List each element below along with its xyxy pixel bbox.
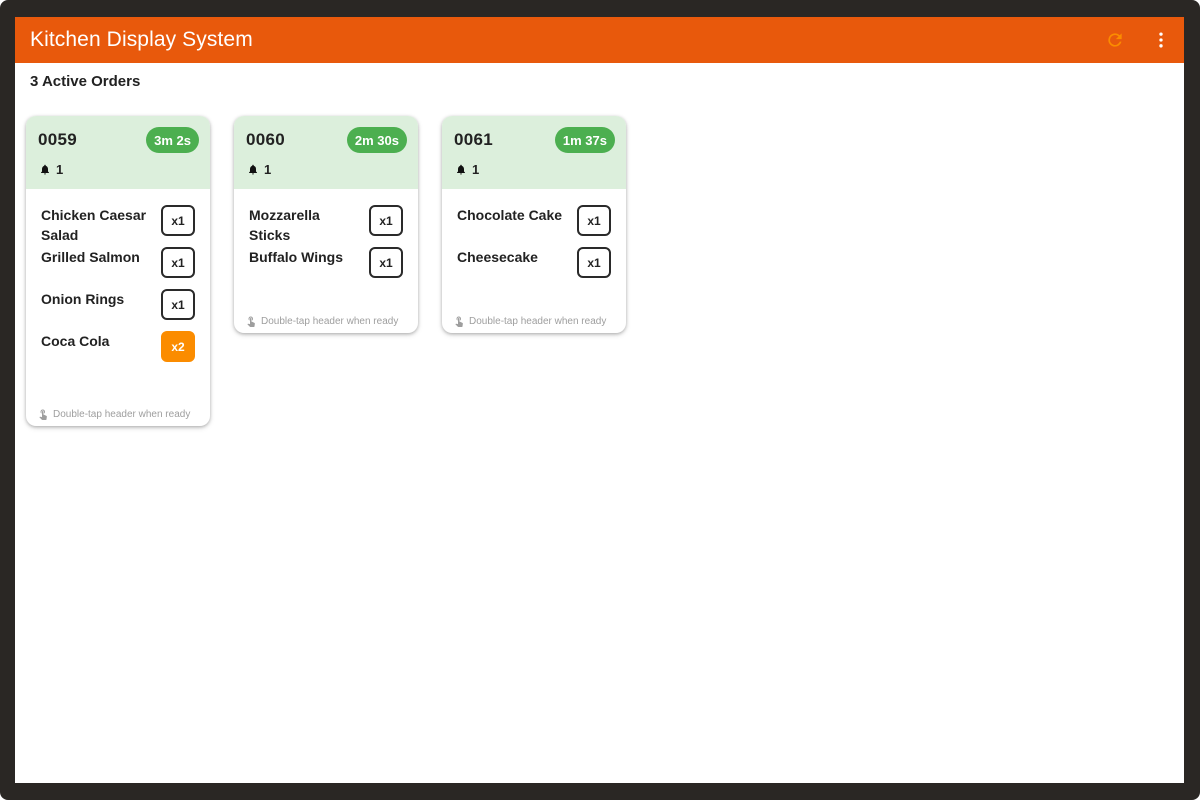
- bell-count: 1: [455, 162, 479, 177]
- touch-icon: [247, 316, 255, 327]
- order-card-header[interactable]: 0061 1m 37s 1: [442, 116, 626, 189]
- device-frame: Kitchen Display System 3 Active Orders 0…: [0, 0, 1200, 800]
- order-item: Onion Rings x1: [41, 289, 195, 331]
- bell-count: 1: [39, 162, 63, 177]
- bell-count-value: 1: [56, 162, 64, 177]
- item-quantity-badge[interactable]: x1: [161, 205, 195, 236]
- order-timer-badge: 1m 37s: [554, 127, 615, 153]
- order-card-header[interactable]: 0059 3m 2s 1: [26, 116, 210, 189]
- order-card-header[interactable]: 0060 2m 30s 1: [234, 116, 418, 189]
- active-orders-count: 3 Active Orders: [30, 73, 141, 90]
- footer-hint-text: Double-tap header when ready: [261, 315, 399, 327]
- app-bar: Kitchen Display System: [15, 17, 1184, 63]
- item-quantity-badge[interactable]: x1: [161, 289, 195, 320]
- order-number: 0060: [246, 130, 286, 149]
- order-number: 0059: [38, 130, 78, 149]
- item-name: Chocolate Cake: [457, 207, 563, 223]
- order-item: Cheesecake x1: [457, 247, 611, 289]
- item-quantity-badge[interactable]: x1: [369, 205, 403, 236]
- item-name: Mozzarella Sticks: [249, 207, 320, 243]
- order-card: 0060 2m 30s 1 Mozzarella Sticks x1 Buffa…: [234, 116, 418, 333]
- card-footer-hint: Double-tap header when ready: [453, 314, 606, 328]
- refresh-button[interactable]: [1092, 17, 1138, 63]
- bell-icon: [41, 164, 49, 175]
- touch-icon: [455, 316, 463, 327]
- touch-icon: [39, 409, 47, 420]
- item-name: Chicken Caesar Salad: [41, 207, 147, 243]
- order-items-list: Chocolate Cake x1 Cheesecake x1: [442, 189, 626, 289]
- order-card: 0061 1m 37s 1 Chocolate Cake x1 Cheeseca…: [442, 116, 626, 333]
- item-quantity-badge[interactable]: x2: [161, 331, 195, 362]
- order-card: 0059 3m 2s 1 Chicken Caesar Salad x1 Gri…: [26, 116, 210, 426]
- footer-hint-text: Double-tap header when ready: [53, 408, 191, 420]
- bell-count-value: 1: [472, 162, 480, 177]
- app-title: Kitchen Display System: [30, 28, 253, 51]
- app-actions: [1092, 17, 1184, 63]
- bell-count: 1: [247, 162, 271, 177]
- order-item: Mozzarella Sticks x1: [249, 205, 403, 247]
- bell-icon: [457, 164, 465, 175]
- order-timer-badge: 3m 2s: [146, 127, 199, 153]
- order-items-list: Mozzarella Sticks x1 Buffalo Wings x1: [234, 189, 418, 289]
- card-footer-hint: Double-tap header when ready: [37, 407, 190, 421]
- item-quantity-badge[interactable]: x1: [161, 247, 195, 278]
- bell-icon: [249, 164, 257, 175]
- item-quantity-badge[interactable]: x1: [577, 247, 611, 278]
- footer-hint-text: Double-tap header when ready: [469, 315, 607, 327]
- item-quantity-badge[interactable]: x1: [369, 247, 403, 278]
- item-name: Cheesecake: [457, 249, 538, 265]
- card-footer-hint: Double-tap header when ready: [245, 314, 398, 328]
- item-quantity-badge[interactable]: x1: [577, 205, 611, 236]
- order-item: Buffalo Wings x1: [249, 247, 403, 289]
- refresh-icon: [1108, 33, 1122, 47]
- more-vert-icon: [1159, 32, 1163, 48]
- order-item: Coca Cola x2: [41, 331, 195, 373]
- order-item: Grilled Salmon x1: [41, 247, 195, 289]
- order-items-list: Chicken Caesar Salad x1 Grilled Salmon x…: [26, 189, 210, 373]
- bell-count-value: 1: [264, 162, 272, 177]
- order-timer-badge: 2m 30s: [346, 127, 407, 153]
- order-item: Chicken Caesar Salad x1: [41, 205, 195, 247]
- order-item: Chocolate Cake x1: [457, 205, 611, 247]
- item-name: Grilled Salmon: [41, 249, 140, 265]
- order-number: 0061: [454, 130, 494, 149]
- app-screen: Kitchen Display System 3 Active Orders 0…: [15, 17, 1184, 783]
- item-name: Coca Cola: [41, 333, 110, 349]
- item-name: Onion Rings: [41, 291, 125, 307]
- item-name: Buffalo Wings: [249, 249, 343, 265]
- more-menu-button[interactable]: [1138, 17, 1184, 63]
